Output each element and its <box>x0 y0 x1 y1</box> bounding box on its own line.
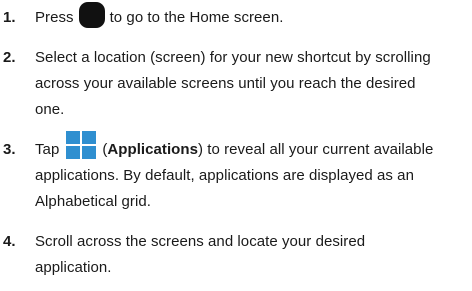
step-number: 3. <box>3 141 16 158</box>
step-3-line-1: Tap (Applications) to reveal all your cur… <box>35 131 472 163</box>
home-key-icon <box>78 2 105 29</box>
step-4-line-1: Scroll across the screens and locate you… <box>35 233 366 250</box>
step-3-line-3: Alphabetical grid. <box>35 193 151 210</box>
applications-grid-icon <box>65 131 97 160</box>
step-number: 1. <box>3 9 16 26</box>
step-2: 2. Select a location (screen) for your n… <box>0 45 472 123</box>
step-2-line-2: across your available screens until you … <box>35 75 416 92</box>
step-1-text-after: to go to the Home screen. <box>109 9 284 26</box>
step-1-line: Press to go to the Home screen. <box>35 2 472 31</box>
step-3-line-2: applications. By default, applications a… <box>35 167 414 184</box>
step-number: 2. <box>3 49 16 66</box>
step-2-line-3: one. <box>35 101 65 118</box>
step-3: 3. Tap (Applications) to reveal all your … <box>0 131 472 215</box>
step-1: 1. Press to go to the Home screen. <box>0 2 472 31</box>
step-4-line-2: application. <box>35 259 112 276</box>
step-number: 4. <box>3 233 16 250</box>
step-3-text-before: Tap <box>35 141 60 158</box>
step-3-text-after: ) to reveal all your current available <box>198 141 434 158</box>
step-4: 4. Scroll across the screens and locate … <box>0 229 472 281</box>
step-2-line-1: Select a location (screen) for your new … <box>35 49 431 66</box>
step-1-text-before: Press <box>35 9 74 26</box>
applications-label: Applications <box>107 141 198 158</box>
